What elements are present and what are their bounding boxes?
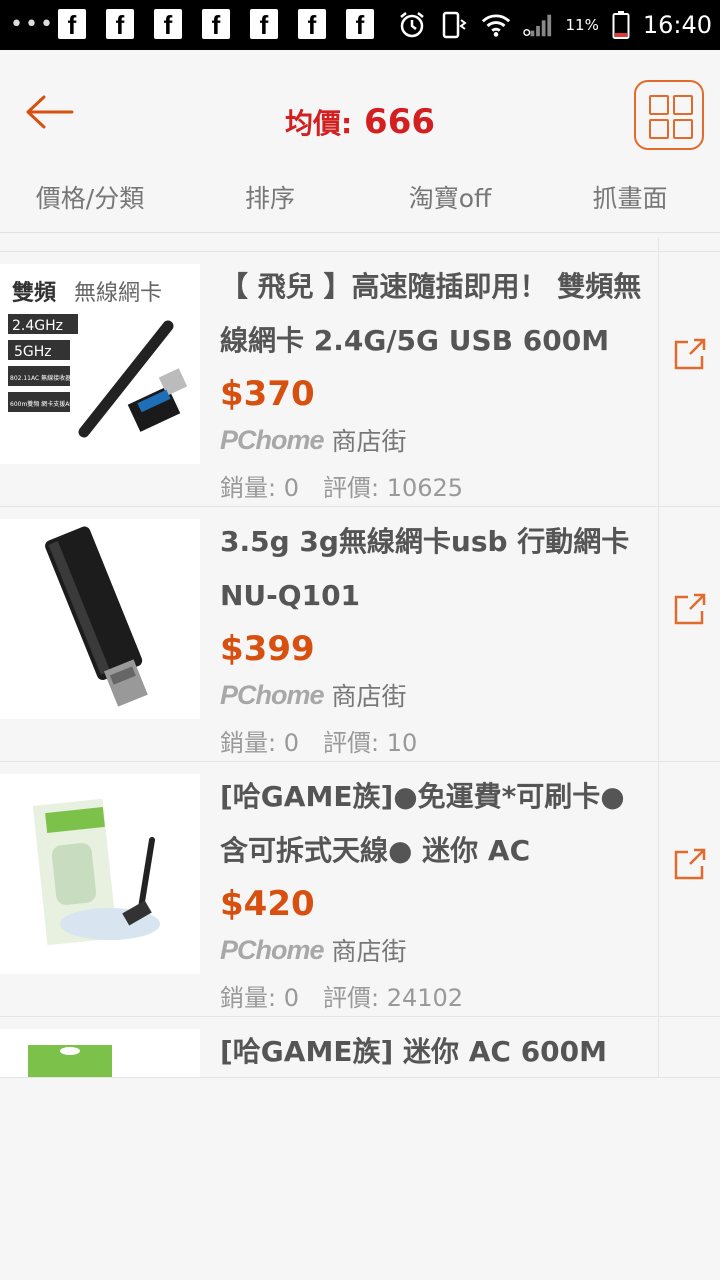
external-link-button[interactable] — [672, 591, 708, 627]
product-row[interactable]: [哈GAME族]●免運費*可刷卡●含可拆式天線● 迷你 AC $420 PCho… — [0, 761, 720, 1017]
clock: 16:40 — [642, 11, 712, 39]
battery-percent: 11% — [565, 16, 599, 34]
product-row[interactable]: [哈GAME族] 迷你 AC 600M — [0, 1016, 720, 1078]
sales-count: 銷量: 0 — [220, 729, 299, 757]
pchome-logo: PChome — [220, 679, 325, 710]
tab-capture-screen[interactable]: 抓畫面 — [540, 172, 720, 232]
product-thumbnail: 雙頻 無線網卡 2.4GHz 5GHz 802.11AC 無線接收器 600m雙… — [0, 264, 200, 464]
filter-tabs: 價格/分類 排序 淘寶off 抓畫面 — [0, 172, 720, 233]
average-price: 均價: 666 — [0, 102, 720, 142]
battery-icon — [611, 10, 631, 40]
thumb-small-text: 802.11AC 無線接收器 — [10, 374, 71, 382]
facebook-icon: f — [250, 9, 278, 40]
sales-count: 銷量: 0 — [220, 474, 299, 502]
rating-count: 評價: 10625 — [322, 474, 464, 502]
product-stats: 銷量: 0 評價: 10625 — [220, 468, 645, 503]
product-price: $420 — [220, 884, 315, 924]
facebook-icon: f — [106, 9, 134, 40]
product-price: $399 — [220, 629, 315, 669]
more-icon: ••• — [10, 12, 55, 37]
facebook-icon: f — [154, 9, 182, 40]
pchome-logo: PChome — [220, 424, 325, 455]
sales-count: 銷量: 0 — [220, 984, 299, 1012]
product-title[interactable]: [哈GAME族] 迷你 AC 600M — [220, 1025, 645, 1077]
product-row[interactable]: 3.5g 3g無線網卡usb 行動網卡NU-Q101 $399 PChome 商… — [0, 506, 720, 762]
rating-count: 評價: 10 — [322, 729, 418, 757]
vibrate-icon — [439, 10, 469, 40]
thumb-tag: 2.4GHz — [12, 318, 63, 334]
signal-icon — [523, 10, 553, 40]
product-thumbnail — [0, 519, 200, 719]
tab-sort[interactable]: 排序 — [180, 172, 360, 232]
average-price-value: 666 — [364, 102, 436, 142]
store-name: 商店街 — [331, 427, 407, 456]
grid-view-button[interactable] — [634, 80, 704, 150]
external-link-icon — [674, 593, 706, 625]
tab-price-category[interactable]: 價格/分類 — [0, 172, 180, 232]
status-bar: ••• f f f f f f f 11% 16:40 — [0, 0, 720, 50]
external-link-button[interactable] — [672, 336, 708, 372]
facebook-icon: f — [346, 9, 374, 40]
average-price-label: 均價: — [284, 107, 353, 140]
thumb-title-rest: 無線網卡 — [74, 281, 162, 306]
product-title[interactable]: 【 飛兒 】高速隨插即用！ 雙頻無線網卡 2.4G/5G USB 600M — [220, 260, 645, 368]
store-info: PChome 商店街 — [220, 677, 645, 713]
store-name: 商店街 — [331, 937, 407, 966]
external-link-icon — [674, 338, 706, 370]
app-header: 均價: 666 — [0, 62, 720, 172]
store-name: 商店街 — [331, 682, 407, 711]
product-thumbnail — [0, 1029, 200, 1077]
product-thumbnail — [0, 774, 200, 974]
facebook-icon: f — [298, 9, 326, 40]
product-price: $370 — [220, 374, 315, 414]
store-info: PChome 商店街 — [220, 932, 645, 968]
facebook-icon: f — [202, 9, 230, 40]
product-stats: 銷量: 0 評價: 24102 — [220, 978, 645, 1013]
product-list: 雙頻 無線網卡 2.4GHz 5GHz 802.11AC 無線接收器 600m雙… — [0, 238, 720, 1078]
thumb-small-text: 600m雙頻 網卡支援AP — [10, 400, 73, 408]
product-title[interactable]: [哈GAME族]●免運費*可刷卡●含可拆式天線● 迷你 AC — [220, 770, 645, 878]
thumb-tag: 5GHz — [14, 344, 52, 360]
thumb-title-bold: 雙頻 — [12, 280, 56, 306]
tab-taobao-off[interactable]: 淘寶off — [360, 172, 540, 232]
product-title[interactable]: 3.5g 3g無線網卡usb 行動網卡NU-Q101 — [220, 515, 645, 623]
facebook-icon: f — [58, 9, 86, 40]
pchome-logo: PChome — [220, 934, 325, 965]
store-info: PChome 商店街 — [220, 422, 645, 458]
wifi-icon — [481, 10, 511, 40]
alarm-icon — [397, 10, 427, 40]
external-link-icon — [674, 848, 706, 880]
product-stats: 銷量: 0 評價: 10 — [220, 723, 645, 758]
rating-count: 評價: 24102 — [322, 984, 464, 1012]
product-row[interactable]: 雙頻 無線網卡 2.4GHz 5GHz 802.11AC 無線接收器 600m雙… — [0, 251, 720, 507]
external-link-button[interactable] — [672, 846, 708, 882]
